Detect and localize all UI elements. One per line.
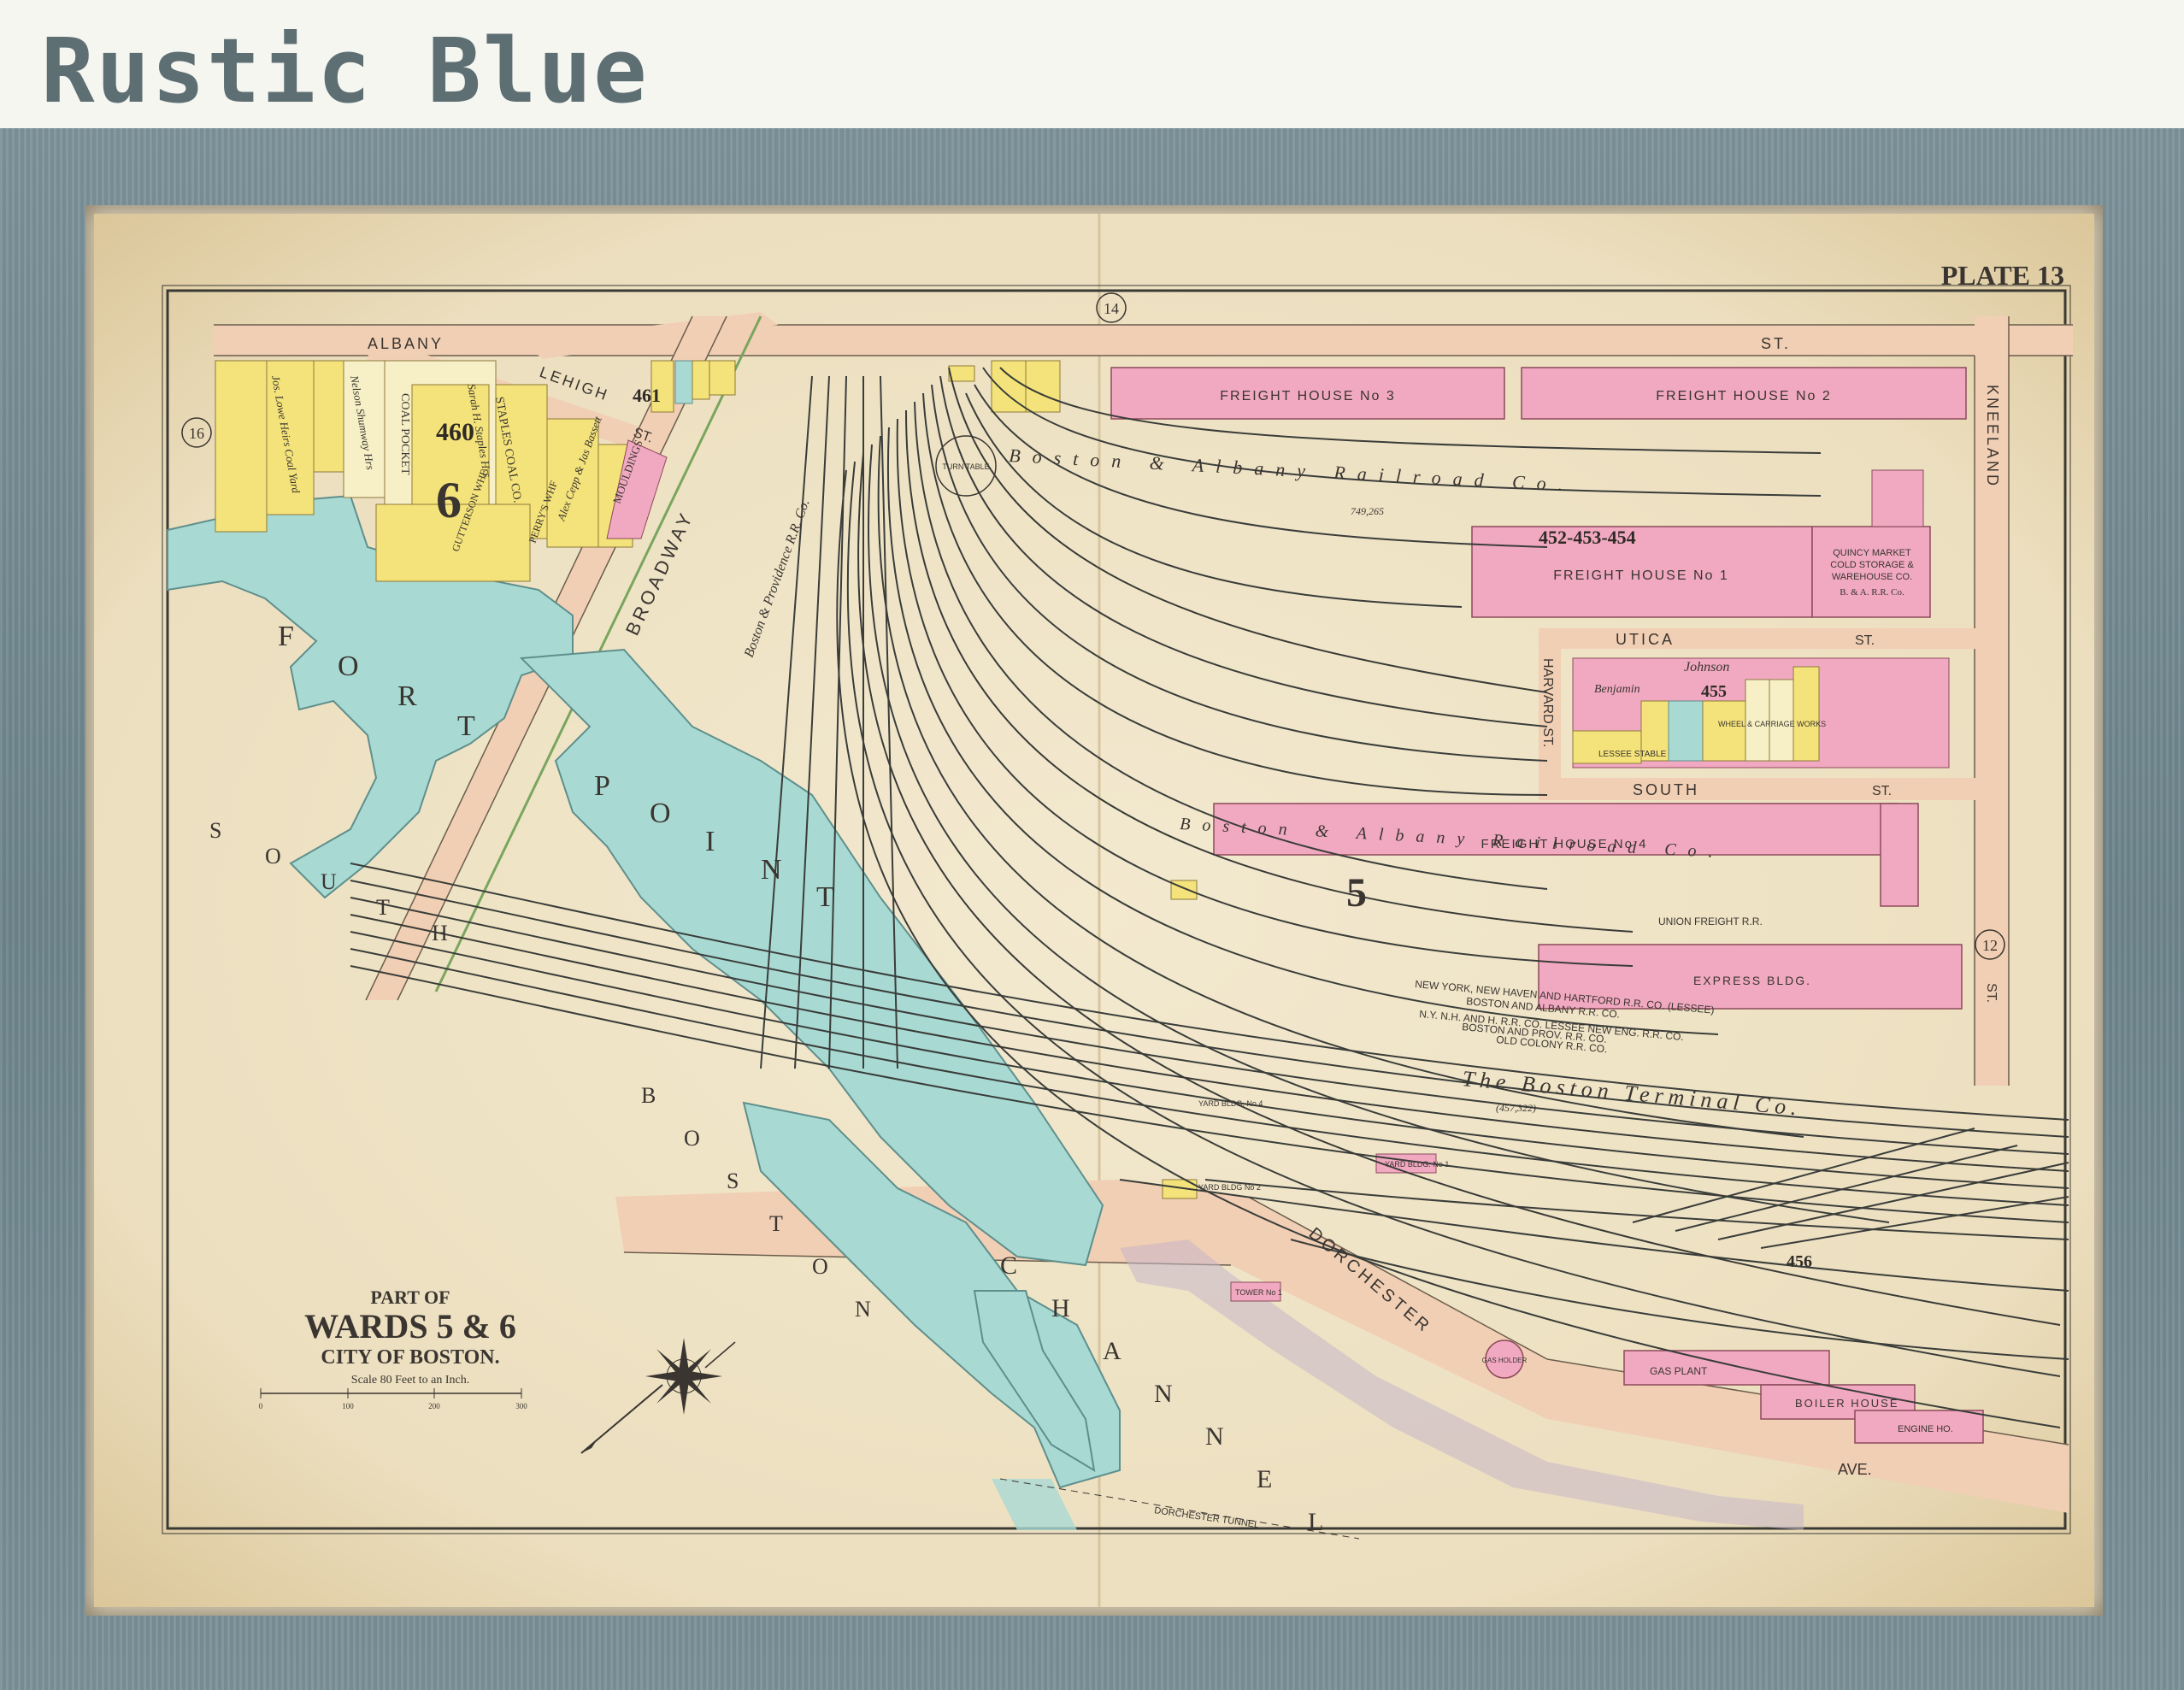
harvard-label: HARVARD ST. bbox=[1540, 658, 1555, 747]
svg-text:T: T bbox=[457, 710, 475, 742]
header-banner: Rustic Blue bbox=[0, 0, 2184, 128]
svg-text:12: 12 bbox=[1982, 937, 1998, 954]
svg-text:CITY OF BOSTON.: CITY OF BOSTON. bbox=[321, 1346, 499, 1369]
svg-text:WAREHOUSE CO.: WAREHOUSE CO. bbox=[1832, 572, 1912, 582]
utica-label: UTICA bbox=[1616, 631, 1675, 648]
svg-text:B: B bbox=[641, 1083, 656, 1108]
svg-text:16: 16 bbox=[189, 425, 204, 442]
svg-text:200: 200 bbox=[428, 1402, 440, 1410]
lot-461: 461 bbox=[633, 385, 661, 406]
freight-house-2: FREIGHT HOUSE No 2 bbox=[1656, 389, 1832, 403]
svg-text:WARDS 5 & 6: WARDS 5 & 6 bbox=[304, 1307, 516, 1346]
svg-text:I: I bbox=[705, 826, 715, 857]
svg-text:QUINCY MARKET: QUINCY MARKET bbox=[1833, 548, 1911, 558]
svg-text:S: S bbox=[727, 1169, 739, 1193]
ward-number-5: 5 bbox=[1346, 870, 1367, 916]
svg-text:N: N bbox=[1205, 1422, 1224, 1451]
svg-text:COLD STORAGE &: COLD STORAGE & bbox=[1830, 560, 1914, 570]
svg-text:L: L bbox=[1308, 1508, 1323, 1536]
freight-house-1-nums: 452-453-454 bbox=[1539, 527, 1636, 548]
coal-pocket-label: COAL POCKET bbox=[398, 393, 411, 475]
svg-text:C: C bbox=[1000, 1251, 1017, 1280]
south-st-label: ST. bbox=[1872, 784, 1892, 798]
svg-text:O: O bbox=[650, 798, 671, 829]
svg-text:Scale 80 Feet to an Inch.: Scale 80 Feet to an Inch. bbox=[351, 1374, 469, 1387]
freight-house-1: FREIGHT HOUSE No 1 bbox=[1553, 568, 1729, 583]
wheel-works-label: WHEEL & CARRIAGE WORKS bbox=[1718, 720, 1826, 728]
svg-text:N: N bbox=[855, 1297, 871, 1322]
boiler-house-label: BOILER HOUSE bbox=[1795, 1397, 1899, 1410]
quincy-market-label: QUINCY MARKET COLD STORAGE & WAREHOUSE C… bbox=[1830, 548, 1914, 598]
tower-label: TOWER No 1 bbox=[1235, 1288, 1282, 1297]
svg-text:PART OF: PART OF bbox=[370, 1287, 450, 1308]
express-building: EXPRESS BLDG. bbox=[1693, 974, 1811, 987]
kneeland-st-label: ST. bbox=[1984, 983, 1999, 1003]
svg-text:14: 14 bbox=[1104, 300, 1119, 317]
utica-street bbox=[1547, 628, 1979, 649]
south-street bbox=[1547, 778, 1979, 800]
svg-text:100: 100 bbox=[342, 1402, 354, 1410]
lot-460: 460 bbox=[436, 418, 474, 446]
engine-house-label: ENGINE HO. bbox=[1898, 1424, 1953, 1434]
plate-number: PLATE 13 bbox=[1941, 260, 2064, 291]
area-terminal: (457,322) bbox=[1496, 1102, 1536, 1114]
map-paper: PLATE 13 460 461 6 COAL POCKET STAPLES C… bbox=[94, 214, 2094, 1607]
svg-text:0: 0 bbox=[259, 1402, 263, 1410]
svg-text:A: A bbox=[1103, 1337, 1121, 1365]
svg-text:R: R bbox=[397, 680, 417, 712]
owner-benjamin: Benjamin bbox=[1594, 683, 1640, 696]
lessee-stable-label: LESSEE STABLE bbox=[1598, 750, 1667, 759]
area-ba: 749,265 bbox=[1351, 505, 1384, 517]
svg-text:H: H bbox=[1051, 1294, 1070, 1322]
lot-456: 456 bbox=[1787, 1252, 1812, 1271]
svg-text:F: F bbox=[278, 621, 294, 652]
kneeland-label: KNEELAND bbox=[1984, 385, 2001, 488]
svg-text:O: O bbox=[265, 844, 281, 869]
gas-plant-label: GAS PLANT bbox=[1650, 1365, 1708, 1377]
ave-label: AVE. bbox=[1838, 1461, 1872, 1478]
owner-johnson: Johnson bbox=[1684, 660, 1729, 674]
svg-text:H: H bbox=[432, 921, 448, 945]
lot-455: 455 bbox=[1701, 682, 1727, 701]
svg-text:P: P bbox=[594, 770, 610, 802]
svg-text:O: O bbox=[812, 1254, 828, 1279]
albany-street bbox=[214, 325, 2073, 356]
svg-text:T: T bbox=[769, 1211, 783, 1236]
union-freight-label: UNION FREIGHT R.R. bbox=[1658, 916, 1763, 927]
svg-text:U: U bbox=[321, 869, 337, 894]
svg-text:300: 300 bbox=[515, 1402, 527, 1410]
south-label: SOUTH bbox=[1633, 781, 1699, 798]
svg-text:B. & A. R.R. Co.: B. & A. R.R. Co. bbox=[1840, 587, 1904, 598]
svg-text:T: T bbox=[816, 881, 834, 913]
svg-text:S: S bbox=[209, 818, 221, 843]
svg-text:N: N bbox=[1154, 1380, 1173, 1408]
utica-st-label: ST. bbox=[1855, 633, 1875, 648]
svg-text:N: N bbox=[761, 854, 782, 886]
svg-text:O: O bbox=[338, 651, 359, 682]
svg-text:E: E bbox=[1257, 1465, 1272, 1493]
freight-house-3: FREIGHT HOUSE No 3 bbox=[1220, 389, 1396, 403]
albany-label: ALBANY bbox=[368, 335, 444, 352]
svg-text:O: O bbox=[684, 1126, 700, 1151]
ward-number-6: 6 bbox=[436, 472, 462, 528]
albany-st-label: ST. bbox=[1761, 335, 1791, 352]
gas-holder-label: GAS HOLDER bbox=[1482, 1357, 1528, 1364]
svg-text:T: T bbox=[376, 895, 390, 920]
frame-style-title: Rustic Blue bbox=[41, 19, 649, 123]
